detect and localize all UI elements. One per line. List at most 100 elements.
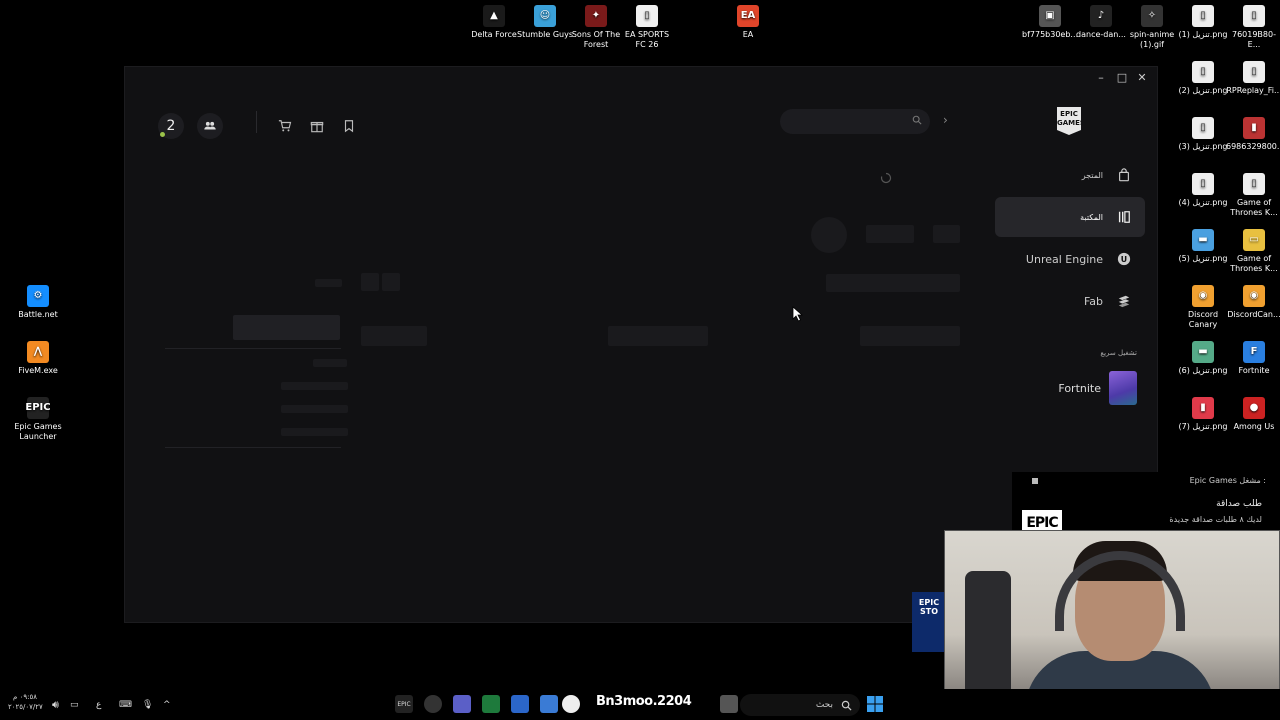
- search-input[interactable]: [780, 109, 930, 134]
- desktop-icon[interactable]: ▬ تنزيل (5).png: [1175, 229, 1231, 264]
- desktop-icon-label: Stumble Guys: [517, 30, 573, 39]
- taskbar-discord-avatar-icon[interactable]: [562, 695, 580, 713]
- desktop-icon-label: تنزيل (2).png: [1178, 86, 1228, 95]
- desktop-icon-label: 76019B80-E...: [1231, 30, 1276, 49]
- taskbar-app-icon[interactable]: [540, 695, 558, 713]
- app-icon: ▯: [1192, 61, 1214, 83]
- desktop-icon[interactable]: ▮ تنزيل (7).png: [1175, 397, 1231, 432]
- network-icon[interactable]: ▭: [70, 695, 79, 715]
- desktop-icon[interactable]: ▯ 76019B80-E...: [1226, 5, 1280, 50]
- desktop-icon[interactable]: EPIC Epic Games Launcher: [10, 397, 66, 442]
- desktop-icon[interactable]: ☺ Stumble Guys: [517, 5, 573, 40]
- bookmark-icon: [344, 120, 354, 133]
- friends-online-count[interactable]: 2: [158, 113, 184, 139]
- cart-button[interactable]: [272, 113, 298, 139]
- desktop-icon[interactable]: ▬ تنزيل (6).png: [1175, 341, 1231, 376]
- friend-request-notification[interactable]: Epic Games مشغل : طلب صداقة لديك ٨ طلبات…: [1012, 472, 1280, 536]
- app-icon: ▭: [1243, 229, 1265, 251]
- unreal-icon: U: [1117, 252, 1131, 266]
- desktop-icon[interactable]: ▯ تنزيل (4).png: [1175, 173, 1231, 208]
- desktop-icon[interactable]: ♪ dance-dan...: [1073, 5, 1129, 40]
- skeleton-block: [361, 273, 379, 291]
- desktop-icon[interactable]: ▭ Game of Thrones K...: [1226, 229, 1280, 274]
- sidebar-item-library[interactable]: المكتبة: [995, 197, 1145, 237]
- desktop-icon-label: spin-anime (1).gif: [1129, 30, 1175, 49]
- desktop-icon-label: Game of Thrones K...: [1230, 254, 1278, 273]
- desktop-icon[interactable]: ▯ تنزيل (2).png: [1175, 61, 1231, 96]
- desktop-icon-label: تنزيل (7).png: [1178, 422, 1228, 431]
- desktop-icon[interactable]: EA EA: [720, 5, 776, 40]
- skeleton-block: [281, 405, 348, 413]
- desktop-icon-label: Discord Canary: [1187, 310, 1219, 329]
- desktop-icon[interactable]: ✦ Sons Of The Forest: [568, 5, 624, 50]
- sidebar-item-unreal-engine[interactable]: Unreal Engine U: [995, 239, 1145, 279]
- wishlist-button[interactable]: [336, 113, 362, 139]
- desktop-icon[interactable]: ▣ bf775b30eb...: [1022, 5, 1078, 40]
- chevron-up-icon[interactable]: ^: [163, 695, 171, 715]
- app-icon: ▯: [1243, 173, 1265, 195]
- desktop-icon-label: تنزيل (6).png: [1178, 366, 1228, 375]
- desktop-icon[interactable]: ▯ تنزيل (3).png: [1175, 117, 1231, 152]
- sidebar-item-store[interactable]: المتجر: [995, 155, 1145, 195]
- desktop-icon[interactable]: ▯ Game of Thrones K...: [1226, 173, 1280, 218]
- desktop-icon[interactable]: ● Among Us: [1226, 397, 1280, 432]
- sidebar-item-fab[interactable]: Fab: [995, 281, 1145, 321]
- app-icon: ●: [1243, 397, 1265, 419]
- desktop-icon[interactable]: F Fortnite: [1226, 341, 1280, 376]
- gift-button[interactable]: [304, 113, 330, 139]
- desktop-icon[interactable]: ⋀ FiveM.exe: [10, 341, 66, 376]
- notification-app-icon: [1032, 478, 1038, 484]
- desktop-icon[interactable]: ▯ تنزيل (1).png: [1175, 5, 1231, 40]
- skeleton-block: [281, 382, 348, 390]
- desktop-icon[interactable]: ▮ 6986329800...: [1226, 117, 1280, 152]
- taskbar-app-icon[interactable]: [720, 695, 738, 713]
- desktop-icon[interactable]: ✧ spin-anime (1).gif: [1124, 5, 1180, 50]
- desktop-icon-label: EA: [742, 30, 754, 39]
- friends-button[interactable]: [197, 113, 223, 139]
- app-icon: ▯: [1243, 61, 1265, 83]
- taskbar-search[interactable]: بحث: [740, 694, 860, 716]
- minimize-button[interactable]: –: [1091, 71, 1111, 84]
- taskbar-epic-games-icon[interactable]: EPIC: [395, 695, 413, 713]
- desktop-icon[interactable]: ▲ Delta Force: [466, 5, 522, 40]
- desktop-icon-label: تنزيل (3).png: [1178, 142, 1228, 151]
- mouse-cursor-icon: [792, 306, 804, 322]
- app-icon: F: [1243, 341, 1265, 363]
- desktop-icon[interactable]: ◉ Discord Canary: [1175, 285, 1231, 330]
- quick-launch-label: Fortnite: [1058, 381, 1101, 395]
- keyboard-icon[interactable]: ⌨: [119, 695, 132, 715]
- quick-launch-fortnite[interactable]: Fortnite: [1055, 371, 1137, 405]
- language-indicator[interactable]: ع: [96, 695, 101, 715]
- skeleton-block: [233, 315, 340, 340]
- volume-icon[interactable]: 🔊︎: [52, 695, 59, 715]
- streamer-name-overlay: Bn3moo.2204: [596, 694, 692, 709]
- desktop-icon-label: bf775b30eb...: [1022, 30, 1078, 39]
- taskbar-teams-icon[interactable]: [453, 695, 471, 713]
- skeleton-block: [860, 326, 960, 346]
- desktop-icon[interactable]: ⚙ Battle.net: [10, 285, 66, 320]
- topbar-divider: [256, 111, 257, 133]
- chevron-right-icon[interactable]: ›: [943, 113, 948, 127]
- skeleton-divider: [165, 447, 341, 448]
- desktop-icon[interactable]: ▯ RPReplay_Fi...: [1226, 61, 1280, 96]
- notification-title: طلب صداقة: [1216, 499, 1262, 509]
- clock-time: ٠٩:٥٨ م: [13, 693, 37, 701]
- close-button[interactable]: ✕: [1132, 71, 1152, 84]
- maximize-button[interactable]: □: [1112, 71, 1132, 84]
- app-icon: EPIC: [25, 397, 51, 419]
- taskbar-excel-icon[interactable]: [482, 695, 500, 713]
- app-icon: ▯: [636, 5, 658, 27]
- sidebar-item-label: المتجر: [1081, 170, 1103, 180]
- windows-start-icon[interactable]: [867, 696, 883, 712]
- taskbar-obs-icon[interactable]: [424, 695, 442, 713]
- notification-app-name: Epic Games مشغل :: [1189, 476, 1266, 485]
- microphone-icon[interactable]: 🎙︎: [142, 695, 153, 715]
- epic-store-badge: EPIC STO: [912, 592, 946, 652]
- app-icon: ▯: [1192, 5, 1214, 27]
- skeleton-block: [382, 273, 400, 291]
- taskbar-clock[interactable]: ٠٩:٥٨ م ٢٠٢٥/٠٧/٢٧: [8, 692, 43, 712]
- epic-games-logo[interactable]: EPIC GAMES: [1057, 107, 1081, 135]
- desktop-icon[interactable]: ◉ DiscordCan...: [1226, 285, 1280, 320]
- taskbar-store-icon[interactable]: [511, 695, 529, 713]
- desktop-icon[interactable]: ▯ EA SPORTS FC 26: [619, 5, 675, 50]
